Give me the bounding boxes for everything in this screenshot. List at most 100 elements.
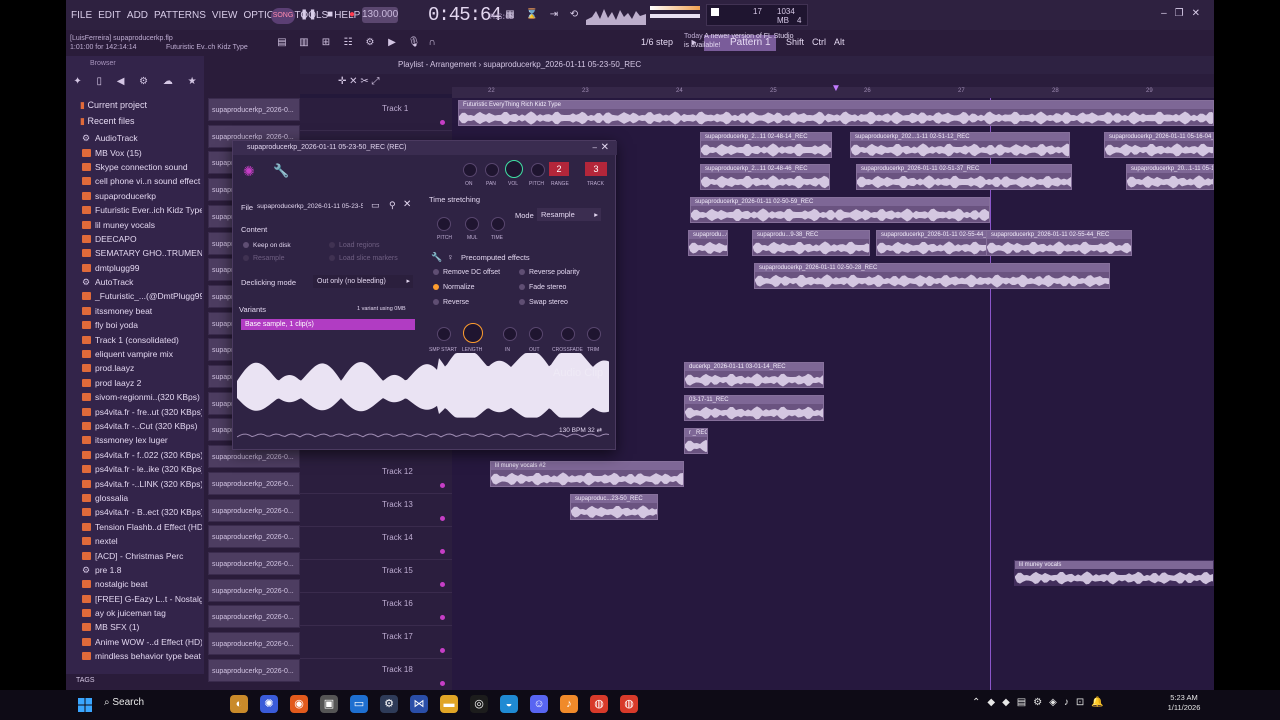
channel-button[interactable]: supaproducerkp_2026-0... xyxy=(208,525,300,549)
audio-clip[interactable]: supaproducerkp_2026-01-11 02-50-59_REC xyxy=(690,197,990,223)
declicking-select[interactable]: Out only (no bleeding) ▸ xyxy=(313,275,413,288)
browser-file-item[interactable]: ay ok juiceman tag xyxy=(82,606,202,620)
windows-start-icon[interactable] xyxy=(78,698,92,712)
sample-waveform[interactable] xyxy=(237,351,613,445)
playlist-icon[interactable]: ▤ xyxy=(274,35,290,51)
plugin-icon[interactable]: ⚙ xyxy=(362,35,378,51)
store-icon[interactable]: ▣ xyxy=(320,695,338,713)
channel-button[interactable]: supaproducerkp_2026-0... xyxy=(208,658,300,682)
firefox-icon[interactable]: ◉ xyxy=(290,695,308,713)
close-icon[interactable]: ✕ xyxy=(601,141,609,155)
metronome-icon[interactable]: ⌛ xyxy=(524,8,540,22)
audio-clip[interactable]: supaproducerkp_2026-01-11 02-55-44_REC xyxy=(876,230,988,256)
browser-file-item[interactable]: sivom-regionmi..(320 KBps) xyxy=(82,390,202,404)
minimize-icon[interactable]: – xyxy=(593,141,597,155)
loop-record-icon[interactable]: ⟲ xyxy=(566,8,582,22)
ts-mul-knob[interactable] xyxy=(465,217,479,231)
vscode-icon[interactable]: ⋈ xyxy=(410,695,428,713)
track-indicator[interactable] xyxy=(440,582,445,587)
browser-file-item[interactable]: fly boi yoda xyxy=(82,318,202,332)
browser-file-item[interactable]: MB SFX (1) xyxy=(82,620,202,634)
gear-icon[interactable]: ⚙ xyxy=(139,76,148,92)
menu-item-patterns[interactable]: PATTERNS xyxy=(151,10,209,21)
browser-file-item[interactable]: itssmoney lex luger xyxy=(82,433,202,447)
browser-file-item[interactable]: Track 1 (consolidated) xyxy=(82,332,202,346)
browser-file-item[interactable]: lil muney vocals xyxy=(82,217,202,231)
browser-file-item[interactable]: itssmoney beat xyxy=(82,304,202,318)
ts-pitch-knob[interactable] xyxy=(437,217,451,231)
browser-file-item[interactable]: prod laayz 2 xyxy=(82,376,202,390)
browser-file-item[interactable]: glossalia xyxy=(82,491,202,505)
browser-file-item[interactable]: ps4vita.fr - le..ike (320 KBps) xyxy=(82,462,202,476)
track-value[interactable]: 3 xyxy=(585,162,607,176)
pin-icon[interactable]: ✦ xyxy=(73,76,81,92)
browser-file-item[interactable]: nostalgic beat xyxy=(82,577,202,591)
track-indicator[interactable] xyxy=(440,120,445,125)
snap-icon[interactable]: ▦ xyxy=(502,8,518,22)
track-indicator[interactable] xyxy=(440,615,445,620)
browser-file-item[interactable]: eliquent vampire mix xyxy=(82,347,202,361)
wrench-icon[interactable]: 🔧 xyxy=(273,163,289,179)
track-indicator[interactable] xyxy=(440,516,445,521)
keep-on-disk-option[interactable]: Keep on disk xyxy=(243,242,291,249)
effect-option[interactable]: Swap stereo xyxy=(519,299,580,314)
load-slice-markers-option[interactable]: Load slice markers xyxy=(329,255,398,262)
audio-clip[interactable]: supaprodu...6-36_REC xyxy=(688,230,728,256)
audio-clip[interactable]: supaproducerkp_2026-01-11 02-55-44_REC xyxy=(986,230,1132,256)
audio-clip[interactable]: supaproducerkp_2026-01-11 05-16-04_REC xyxy=(1104,132,1214,158)
track-header[interactable]: Track 18 xyxy=(300,659,452,690)
channel-button[interactable]: supaproducerkp_2026-0... xyxy=(208,632,300,655)
ctrl-key[interactable]: Ctrl xyxy=(812,37,826,47)
browser-file-item[interactable]: [FREE] G-Eazy L..t - Nostalgic xyxy=(82,592,202,606)
menu-item-file[interactable]: FILE xyxy=(68,10,95,21)
browser-file-item[interactable]: ⚙ pre 1.8 xyxy=(82,563,202,577)
out-knob[interactable] xyxy=(529,327,543,341)
master-volume-slider[interactable] xyxy=(650,6,700,10)
browser-file-item[interactable]: cell phone vi..n sound effect xyxy=(82,174,202,188)
settings-icon[interactable]: ⚙ xyxy=(380,695,398,713)
speaker-icon[interactable]: ◀ xyxy=(117,76,125,92)
browser-file-item[interactable]: prod.laayz xyxy=(82,361,202,375)
channel-button[interactable]: supaproducerkp_2026-0... xyxy=(208,605,300,629)
browser-file-item[interactable]: ps4vita.fr - B..ect (320 KBps) xyxy=(82,505,202,519)
effect-option[interactable]: Fade stereo xyxy=(519,284,580,299)
audio-clip[interactable]: ducerkp_2026-01-11 03-01-14_REC xyxy=(684,362,824,388)
browser-file-item[interactable]: ps4vita.fr -..Cut (320 KBps) xyxy=(82,419,202,433)
audio-clip[interactable]: supaproducerkp_20...1-11 05-17-25_REC xyxy=(1126,164,1214,190)
audio-clip[interactable]: supaproducerkp_2...11 02-48-14_REC xyxy=(700,132,832,158)
audio-clip[interactable]: Futuristic EveryThing Rich Kidz Type xyxy=(458,100,1214,126)
step-selector[interactable]: 1/6 step xyxy=(641,37,673,47)
menu-item-edit[interactable]: EDIT xyxy=(95,10,124,21)
ts-time-knob[interactable] xyxy=(491,217,505,231)
wait-input-icon[interactable]: ⇥ xyxy=(546,8,562,22)
folder-app-icon[interactable]: ▬ xyxy=(440,695,458,713)
mic-icon[interactable]: 🎙 xyxy=(406,35,422,51)
channel-rack-icon[interactable]: ⊞ xyxy=(318,35,334,51)
browser-file-item[interactable]: ps4vita.fr - fre..ut (320 KBps) xyxy=(82,404,202,418)
explorer-icon[interactable]: ▭ xyxy=(350,695,368,713)
track-header[interactable]: Track 17 xyxy=(300,626,452,659)
range-value[interactable]: 2 xyxy=(549,162,569,176)
fl-studio-icon[interactable]: ♪ xyxy=(560,695,578,713)
browser-file-item[interactable]: ps4vita.fr -..LINK (320 KBps) xyxy=(82,476,202,490)
channel-button[interactable]: supaproducerkp_2026-0... xyxy=(208,471,300,495)
cloud-icon[interactable]: ☁ xyxy=(163,76,173,92)
browser-file-item[interactable]: nextel xyxy=(82,534,202,548)
song-mode-toggle[interactable]: SONG xyxy=(271,8,295,24)
audio-clip[interactable]: 03-17-11_REC xyxy=(684,395,824,421)
audio-clip[interactable]: lil muney vocals xyxy=(1014,560,1214,586)
magnet-icon[interactable]: ∩ xyxy=(424,35,440,51)
length-knob[interactable] xyxy=(463,323,483,343)
taskbar-search[interactable]: ⌕ Search xyxy=(104,697,144,708)
channel-button[interactable]: supaproducerkp_2026-0... xyxy=(208,498,300,522)
channel-button[interactable]: supaproducerkp_2026-0... xyxy=(208,578,300,602)
master-pitch-slider[interactable] xyxy=(650,14,700,18)
resample-option[interactable]: Resample xyxy=(243,255,285,262)
audio-clip[interactable]: r _REC xyxy=(684,428,708,454)
audio-clip[interactable]: supaproduc...23-50_REC xyxy=(570,494,658,520)
alt-key[interactable]: Alt xyxy=(834,37,845,47)
record-button[interactable]: ● xyxy=(344,8,360,22)
audio-clip[interactable]: supaproducerkp_2...11 02-48-46_REC xyxy=(700,164,830,190)
menu-item-add[interactable]: ADD xyxy=(124,10,151,21)
browser-file-item[interactable]: ⚙ AudioTrack xyxy=(82,131,202,145)
